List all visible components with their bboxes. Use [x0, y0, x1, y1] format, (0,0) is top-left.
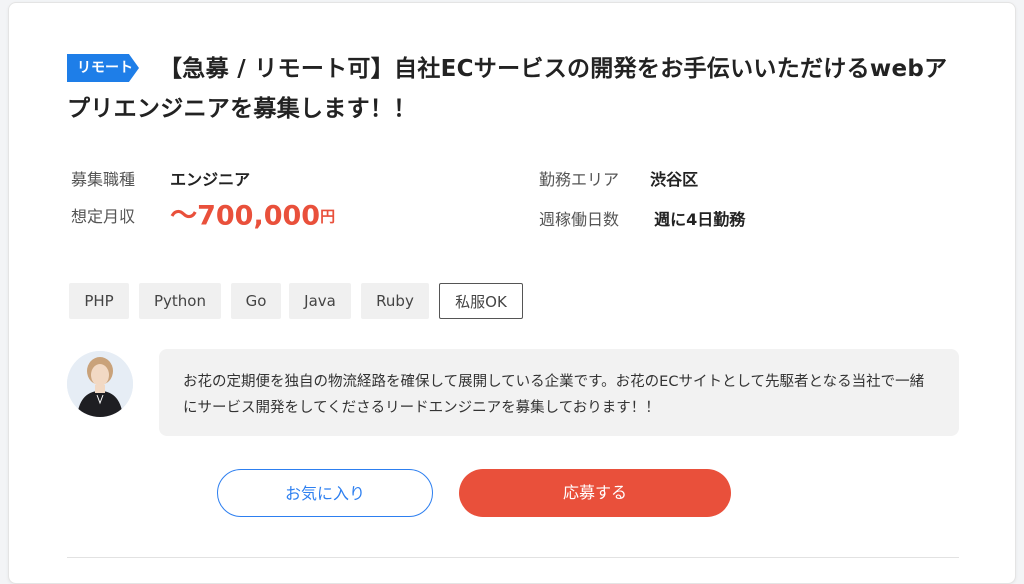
recruiter-message: お花の定期便を独自の物流経路を確保して展開している企業です。お花のECサイトとし…	[159, 349, 959, 436]
work-days-label: 週稼働日数	[539, 210, 620, 229]
salary-label: 想定月収	[71, 206, 136, 226]
salary-row: 想定月収 〜700,000円	[71, 203, 336, 230]
work-area-value: 渋谷区	[650, 170, 699, 189]
work-area-row: 勤務エリア 渋谷区	[539, 169, 698, 191]
work-days-value: 週に4日勤務	[654, 210, 746, 229]
salary-unit: 円	[320, 207, 336, 226]
divider	[67, 557, 959, 558]
job-title[interactable]: 【急募 / リモート可】自社ECサービスの開発をお手伝いいただけるwebアプリエ…	[67, 49, 967, 129]
tag-ruby: Ruby	[361, 283, 429, 319]
person-icon	[67, 351, 133, 417]
job-type-label: 募集職種	[71, 170, 136, 189]
tag-go: Go	[231, 283, 281, 319]
tag-php: PHP	[69, 283, 129, 319]
tag-java: Java	[289, 283, 351, 319]
work-area-label: 勤務エリア	[539, 170, 620, 189]
job-card: リモート 【急募 / リモート可】自社ECサービスの開発をお手伝いいただけるwe…	[8, 2, 1016, 584]
apply-button[interactable]: 応募する	[459, 469, 731, 517]
tag-casual-dress: 私服OK	[439, 283, 523, 319]
salary-value: 〜700,000	[170, 200, 321, 232]
work-days-row: 週稼働日数 週に4日勤務	[539, 209, 745, 231]
tag-python: Python	[139, 283, 221, 319]
recruiter-avatar	[67, 351, 133, 417]
job-type-value: エンジニア	[170, 170, 251, 189]
job-type-row: 募集職種 エンジニア	[71, 169, 250, 191]
favorite-button[interactable]: お気に入り	[217, 469, 433, 517]
